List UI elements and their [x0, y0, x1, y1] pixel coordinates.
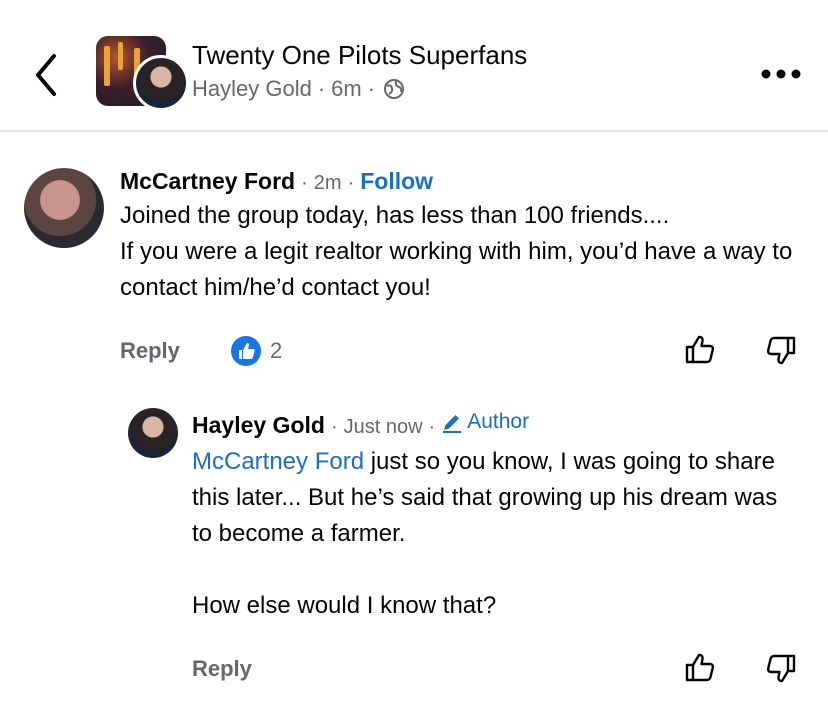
more-options-icon[interactable]	[760, 66, 802, 82]
separator-dot: ·	[317, 76, 326, 101]
separator-dot: ·	[330, 416, 338, 438]
reply-header: Hayley Gold · Just now · Author	[192, 410, 529, 439]
reply-button[interactable]: Reply	[192, 656, 252, 682]
mention-link[interactable]: McCartney Ford	[192, 448, 364, 475]
follow-link[interactable]: Follow	[360, 168, 433, 195]
commenter-avatar[interactable]	[24, 168, 104, 248]
reply-time: Just now	[343, 416, 423, 438]
post-time: 6m	[331, 76, 362, 101]
thumbs-down-icon[interactable]	[764, 652, 798, 686]
author-badge: Author	[441, 410, 529, 434]
like-reaction-icon[interactable]	[231, 336, 261, 366]
reply-author-avatar[interactable]	[128, 408, 178, 458]
author-avatar[interactable]	[133, 55, 189, 111]
commenter-name[interactable]: McCartney Ford	[120, 168, 295, 195]
post-header: Twenty One Pilots Superfans Hayley Gold …	[0, 0, 828, 132]
separator-dot: ·	[301, 172, 308, 194]
thumbs-up-icon[interactable]	[683, 332, 717, 366]
group-title[interactable]: Twenty One Pilots Superfans	[192, 40, 527, 71]
globe-icon	[384, 79, 405, 99]
post-subtitle: Hayley Gold · 6m ·	[192, 76, 405, 102]
reply-text: McCartney Ford just so you know, I was g…	[192, 444, 802, 624]
author-badge-label: Author	[467, 410, 530, 433]
separator-dot: ·	[347, 172, 355, 194]
reaction-count[interactable]: 2	[270, 338, 282, 364]
pencil-icon	[443, 415, 462, 433]
comment-time: 2m	[313, 172, 342, 194]
separator-dot: ·	[428, 416, 436, 438]
separator-dot: ·	[367, 76, 376, 101]
back-arrow-icon[interactable]	[28, 50, 68, 100]
comment-text: Joined the group today, has less than 10…	[120, 202, 793, 301]
reply-author-name[interactable]: Hayley Gold	[192, 412, 325, 439]
reply-button[interactable]: Reply	[120, 338, 180, 364]
thumbs-down-icon[interactable]	[764, 334, 798, 368]
post-author-name[interactable]: Hayley Gold	[192, 76, 312, 102]
comment-header: McCartney Ford · 2m · Follow	[120, 168, 433, 195]
thumbs-up-icon[interactable]	[683, 650, 717, 684]
